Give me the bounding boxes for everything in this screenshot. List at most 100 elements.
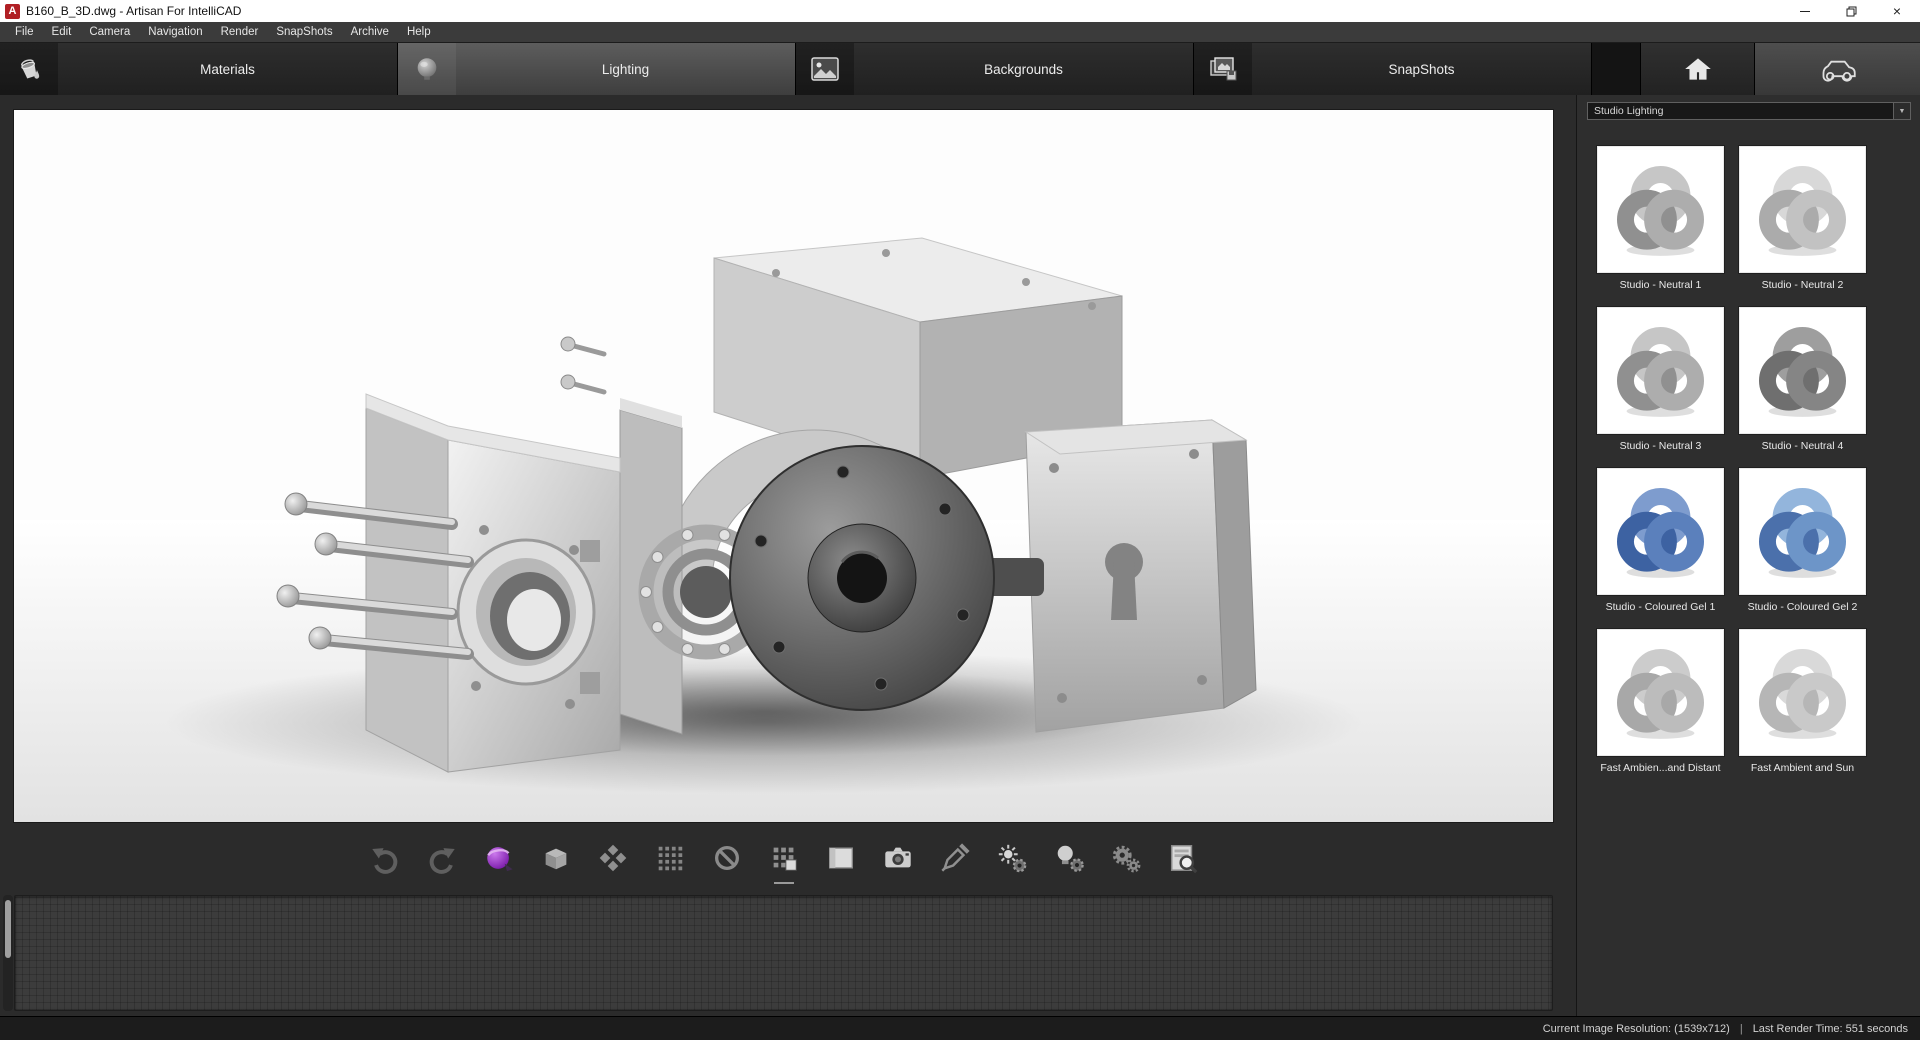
preset-thumbnail[interactable]: [1739, 146, 1866, 273]
restore-button[interactable]: [1828, 0, 1874, 22]
chevron-down-icon[interactable]: ▼: [1893, 103, 1910, 119]
preset-label: Fast Ambien...and Distant: [1597, 762, 1724, 775]
tab-lighting-label: Lighting: [456, 43, 795, 95]
tab-lighting[interactable]: Lighting: [398, 43, 796, 95]
redo-button[interactable]: [423, 839, 461, 877]
status-render-time: Last Render Time: 551 seconds: [1753, 1023, 1908, 1035]
material-box-button[interactable]: [537, 839, 575, 877]
preset-label: Studio - Neutral 4: [1739, 440, 1866, 453]
disable-button[interactable]: [708, 839, 746, 877]
tab-home[interactable]: [1640, 43, 1754, 95]
car-icon: [1819, 57, 1857, 82]
preset-studio-neutral-2[interactable]: Studio - Neutral 2: [1739, 146, 1866, 292]
window-title: B160_B_3D.dwg - Artisan For IntelliCAD: [26, 4, 241, 18]
menu-file[interactable]: File: [6, 22, 43, 42]
ribbon-tabbar: Materials Lighting Backgrounds SnapShots: [0, 43, 1920, 95]
torus-knot-preview: [1604, 153, 1717, 266]
home-icon: [1682, 55, 1714, 83]
preset-label: Studio - Coloured Gel 1: [1597, 601, 1724, 614]
torus-knot-preview: [1746, 636, 1859, 749]
preset-thumbnail[interactable]: [1739, 629, 1866, 756]
spotlight-icon: [398, 43, 456, 95]
menu-camera[interactable]: Camera: [80, 22, 139, 42]
filmstrip-scrollbar-handle[interactable]: [5, 900, 11, 958]
menu-help[interactable]: Help: [398, 22, 440, 42]
tab-backgrounds[interactable]: Backgrounds: [796, 43, 1194, 95]
torus-knot-preview: [1604, 636, 1717, 749]
rendered-model-image: [14, 110, 1553, 822]
filmstrip-scrollbar[interactable]: [3, 895, 13, 1011]
process-gears-button[interactable]: [1107, 839, 1145, 877]
menu-navigation[interactable]: Navigation: [139, 22, 211, 42]
background-image-icon: [796, 43, 854, 95]
status-resolution: Current Image Resolution: (1539x712): [1543, 1023, 1730, 1035]
blank-panel-button[interactable]: [822, 839, 860, 877]
preset-studio-neutral-1[interactable]: Studio - Neutral 1: [1597, 146, 1724, 292]
tab-materials[interactable]: Materials: [0, 43, 398, 95]
torus-knot-preview: [1604, 475, 1717, 588]
preset-thumbnail[interactable]: [1597, 629, 1724, 756]
menubar: File Edit Camera Navigation Render SnapS…: [0, 22, 1920, 43]
tab-vehicle[interactable]: [1754, 43, 1920, 95]
status-separator: |: [1740, 1023, 1743, 1035]
dropdown-value: Studio Lighting: [1588, 103, 1893, 119]
torus-knot-preview: [1746, 153, 1859, 266]
close-icon: ×: [1893, 3, 1901, 19]
swatch-grid-icon: [768, 842, 800, 874]
preset-fast-ambient-sun[interactable]: Fast Ambient and Sun: [1739, 629, 1866, 775]
snapshot-filmstrip: [14, 895, 1553, 1011]
render-toolbar: [14, 829, 1553, 887]
torus-knot-preview: [1746, 475, 1859, 588]
render-viewport[interactable]: [14, 110, 1553, 822]
menu-render[interactable]: Render: [212, 22, 268, 42]
preset-label: Studio - Neutral 3: [1597, 440, 1724, 453]
camera-button[interactable]: [879, 839, 917, 877]
sun-settings-button[interactable]: [993, 839, 1031, 877]
render-area: [0, 95, 1576, 1016]
preset-studio-neutral-3[interactable]: Studio - Neutral 3: [1597, 307, 1724, 453]
tab-materials-label: Materials: [58, 43, 397, 95]
material-box-icon: [540, 842, 572, 874]
preset-label: Studio - Neutral 2: [1739, 279, 1866, 292]
preset-thumbnail[interactable]: [1597, 307, 1724, 434]
restore-icon: [1846, 6, 1857, 17]
preset-coloured-gel-2[interactable]: Studio - Coloured Gel 2: [1739, 468, 1866, 614]
artisan-sphere-icon: [483, 842, 515, 874]
swatch-grid-button[interactable]: [765, 839, 803, 877]
close-button[interactable]: ×: [1874, 0, 1920, 22]
torus-knot-preview: [1604, 314, 1717, 427]
paint-bucket-icon: [0, 43, 58, 95]
checker-swatch-button[interactable]: [594, 839, 632, 877]
checker-swatch-icon: [597, 842, 629, 874]
artisan-sphere-button[interactable]: [480, 839, 518, 877]
preset-studio-neutral-4[interactable]: Studio - Neutral 4: [1739, 307, 1866, 453]
preset-thumbnail[interactable]: [1739, 468, 1866, 595]
main-area: Studio Lighting ▼ Studio - Neutral 1 Stu…: [0, 95, 1920, 1016]
snapshots-icon: [1194, 43, 1252, 95]
dot-grid-button[interactable]: [651, 839, 689, 877]
tab-snapshots[interactable]: SnapShots: [1194, 43, 1592, 95]
menu-archive[interactable]: Archive: [342, 22, 398, 42]
preset-label: Studio - Neutral 1: [1597, 279, 1724, 292]
undo-icon: [369, 842, 401, 874]
light-settings-button[interactable]: [1050, 839, 1088, 877]
statusbar: Current Image Resolution: (1539x712) | L…: [0, 1016, 1920, 1040]
preview-zoom-button[interactable]: [1164, 839, 1202, 877]
eyedropper-button[interactable]: [936, 839, 974, 877]
torus-knot-preview: [1746, 314, 1859, 427]
lighting-category-dropdown[interactable]: Studio Lighting ▼: [1587, 102, 1911, 120]
menu-snapshots[interactable]: SnapShots: [267, 22, 341, 42]
disable-icon: [711, 842, 743, 874]
preset-thumbnail[interactable]: [1597, 468, 1724, 595]
menu-edit[interactable]: Edit: [43, 22, 81, 42]
preset-thumbnail[interactable]: [1597, 146, 1724, 273]
lighting-panel: Studio Lighting ▼ Studio - Neutral 1 Stu…: [1576, 95, 1920, 1016]
preset-coloured-gel-1[interactable]: Studio - Coloured Gel 1: [1597, 468, 1724, 614]
undo-button[interactable]: [366, 839, 404, 877]
minimize-icon: [1800, 11, 1810, 12]
preset-thumbnail[interactable]: [1739, 307, 1866, 434]
light-settings-icon: [1053, 842, 1085, 874]
redo-icon: [426, 842, 458, 874]
minimize-button[interactable]: [1782, 0, 1828, 22]
preset-fast-ambient-distant[interactable]: Fast Ambien...and Distant: [1597, 629, 1724, 775]
